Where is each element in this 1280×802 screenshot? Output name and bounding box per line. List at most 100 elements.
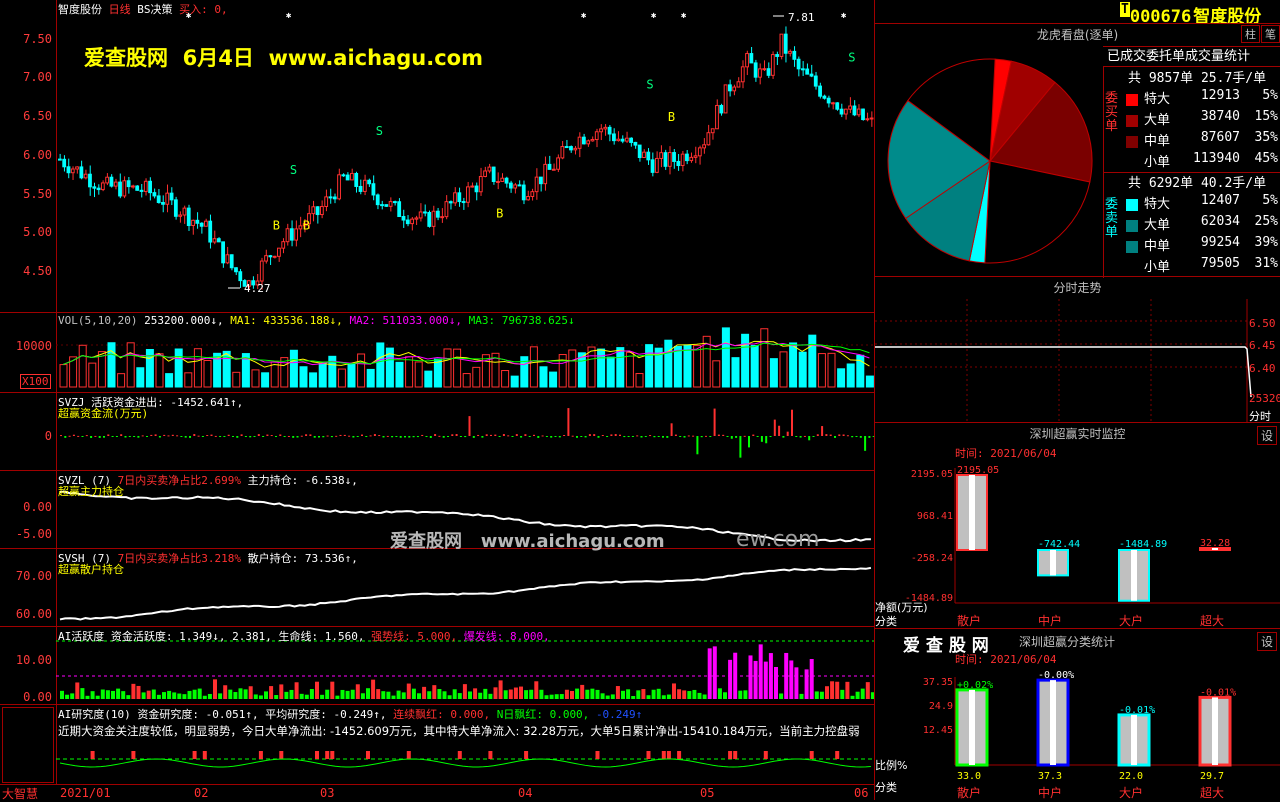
candle-body — [410, 218, 414, 225]
flow-bar — [115, 436, 118, 437]
activity-bar — [585, 689, 590, 699]
candle-body — [736, 81, 741, 88]
volume-bar — [587, 346, 596, 388]
flow-bar — [726, 436, 729, 437]
svzl-tick: 0.00 — [23, 500, 52, 514]
flow-bar — [326, 435, 329, 437]
candle-body — [204, 220, 208, 227]
activity-bar — [513, 687, 518, 699]
volume-bar — [865, 375, 874, 388]
row-value: 12913 — [1200, 88, 1240, 103]
candle-body — [629, 137, 633, 143]
activity-bar — [320, 694, 325, 699]
ai1-panel[interactable]: AI活跃度 资金活跃度: 1.349↓, 2.381, 生命线: 1.560, … — [56, 626, 874, 705]
candle-body — [766, 68, 771, 76]
activity-bar — [457, 693, 462, 699]
row-pct: 31% — [1254, 256, 1278, 271]
x-label: 2021/01 — [60, 786, 111, 800]
activity-bar — [411, 688, 416, 699]
sell-side-label: 委卖单 — [1105, 197, 1119, 240]
intraday-panel[interactable]: 分时走势 6.50 6.45 6.40 25320 分时 — [875, 276, 1280, 423]
flow-bar — [855, 436, 858, 437]
svsh-panel[interactable]: SVSH (7) 7日内买卖净占比3.218% 散户持仓: 73.536↑, 超… — [56, 548, 874, 627]
color-swatch — [1126, 135, 1138, 148]
flow-bar — [580, 436, 583, 437]
row-pct: 5% — [1262, 193, 1278, 208]
candle-body — [238, 271, 243, 282]
activity-bar — [264, 691, 268, 699]
activity-bar — [151, 689, 156, 699]
flow-bar — [309, 434, 312, 436]
vol-panel[interactable]: VOL(5,10,20) 253200.000↓, MA1: 433536.18… — [56, 312, 874, 393]
ai1-d: 强势线: 5.000, — [371, 630, 458, 643]
sell-row: 小单 79505 31% — [1126, 256, 1278, 275]
vol-tick: 10000 — [15, 339, 52, 353]
color-swatch — [1126, 93, 1138, 106]
flow-bar — [365, 436, 368, 438]
flow-bar — [717, 434, 720, 436]
monitor-category: 散户 — [957, 613, 981, 628]
activity-bar — [733, 652, 738, 699]
activity-bar — [202, 695, 207, 699]
row-name: 小单 — [1144, 155, 1171, 170]
activity-bar — [315, 681, 319, 699]
activity-bar — [840, 689, 845, 699]
activity-bar — [233, 692, 238, 699]
flow-bar — [416, 436, 419, 438]
ai1-tick: 10.00 — [15, 653, 52, 667]
flow-bar — [812, 436, 815, 437]
activity-bar — [355, 684, 360, 699]
candle-body — [414, 217, 419, 220]
volume-bar — [769, 358, 778, 388]
svzj-panel[interactable]: SVZJ 活跃资金进出: -1452.641↑, 超赢资金流(万元) — [56, 392, 874, 471]
candle-body — [861, 108, 865, 121]
candle-body — [126, 180, 131, 188]
flow-bar — [146, 436, 148, 437]
candle-body — [259, 260, 264, 282]
candle-body — [607, 126, 612, 135]
x-label: 02 — [194, 786, 209, 800]
candle-body — [156, 195, 161, 203]
volume-bar — [673, 345, 682, 388]
monitor-bar-value: 32.28 — [1200, 538, 1230, 549]
ai2-panel[interactable]: AI研究度(10) 资金研究度: -0.051↑, 平均研究度: -0.249↑… — [56, 704, 874, 785]
flow-bar — [687, 435, 690, 437]
volume-bar — [88, 362, 97, 388]
activity-bar — [238, 688, 243, 699]
research-bar — [666, 751, 671, 759]
bar-mode-button[interactable]: 柱 — [1241, 25, 1260, 43]
flow-bar — [219, 436, 222, 437]
ai1-c: 生命线: 1.560, — [278, 630, 365, 643]
flow-bar — [240, 434, 243, 436]
activity-bar — [121, 691, 126, 699]
candle-body — [165, 192, 170, 205]
flow-bar — [305, 434, 308, 436]
activity-bar — [615, 686, 620, 699]
row-pct: 39% — [1254, 235, 1278, 250]
kline-panel[interactable]: 智度股份 日线 BS决策 买入: 0, B B B B S S S S ✱ ✱ ✱ ✱ ✱ ✱ 爱查股网 … — [56, 0, 874, 312]
flow-bar — [382, 436, 385, 438]
activity-bar — [753, 660, 758, 699]
activity-bar — [452, 689, 457, 699]
candle-body — [483, 170, 487, 177]
vol-ma2: MA2: 511033.000↓, — [349, 314, 463, 327]
flow-bar — [300, 435, 303, 437]
activity-bar — [284, 691, 289, 699]
class-bar-bottom-value: 33.0 — [957, 771, 981, 782]
activity-bar — [850, 695, 855, 699]
tick-mode-button[interactable]: 笔 — [1261, 25, 1280, 43]
candle-body — [448, 201, 453, 204]
research-bar — [192, 751, 197, 759]
flow-bar — [318, 436, 320, 438]
candle-body — [732, 86, 737, 92]
class-category: 超大 — [1200, 785, 1224, 800]
svzj-label: 超赢资金流(万元) — [58, 407, 149, 420]
class-bar-chart: 37.35 24.9 12.45 +0.02% 33.0 散户 -0.00% 37.3 中户 -0… — [923, 670, 1280, 800]
ai2-c: 连续飘红: 0.000, — [393, 708, 491, 721]
candle-body — [702, 144, 707, 149]
ai1-e: 爆发线: 8.000, — [463, 630, 550, 643]
activity-bar — [396, 690, 401, 699]
candle-body — [281, 241, 286, 249]
research-line — [59, 758, 871, 768]
flow-bar — [808, 436, 811, 441]
